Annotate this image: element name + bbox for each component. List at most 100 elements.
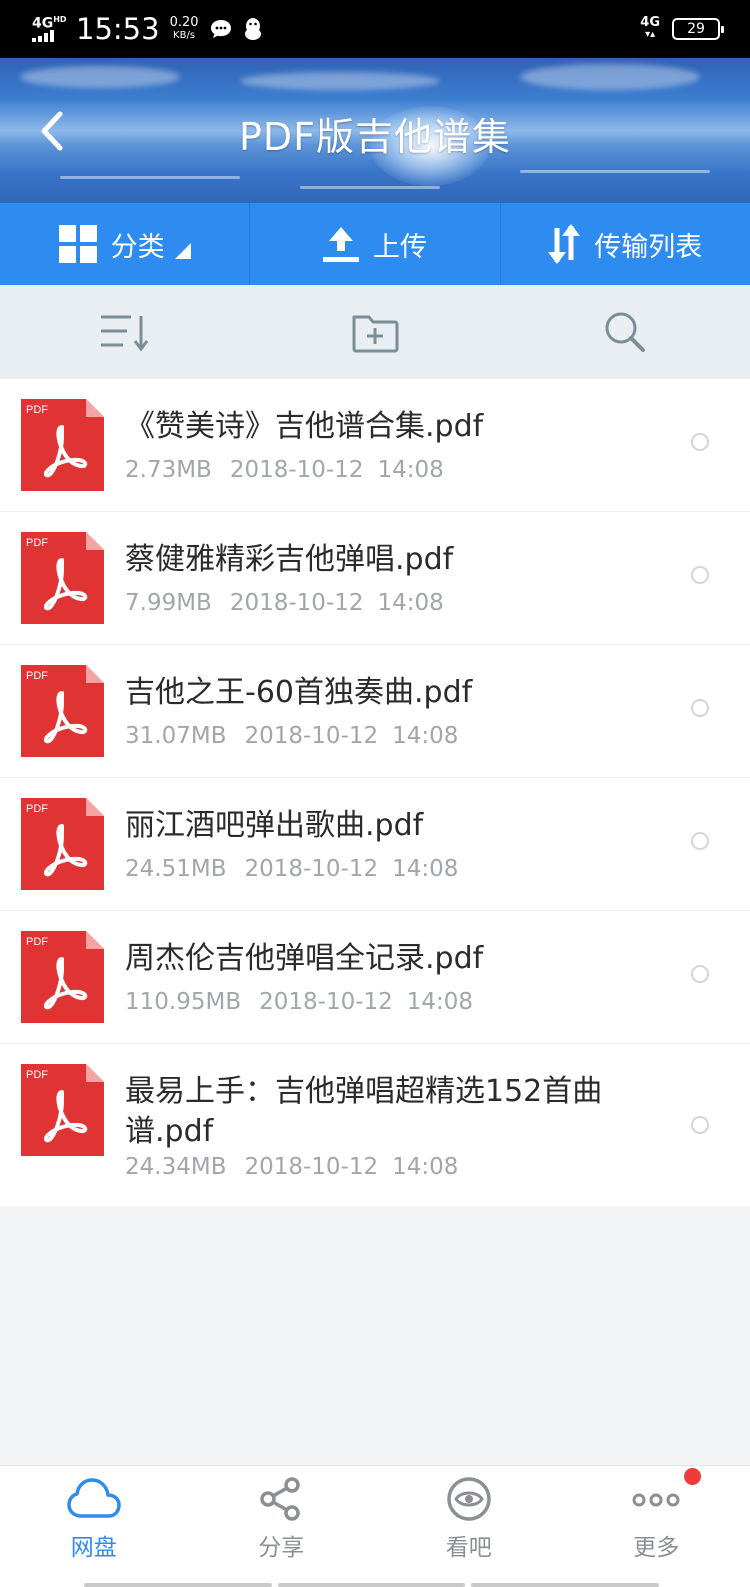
tab-share[interactable]: 分享 bbox=[188, 1466, 376, 1587]
file-name: 周杰伦吉他弹唱全记录.pdf bbox=[125, 941, 484, 976]
svg-text:PDF: PDF bbox=[26, 803, 48, 815]
battery-indicator: 29 bbox=[672, 18, 724, 40]
gesture-bar bbox=[84, 1583, 660, 1587]
page-title: PDF版吉他谱集 bbox=[238, 115, 512, 159]
category-label: 分类 bbox=[110, 231, 165, 263]
tab-label: 网盘 bbox=[70, 1535, 117, 1561]
tab-more[interactable]: 更多 bbox=[563, 1466, 750, 1587]
banner-wave bbox=[60, 176, 240, 179]
cloud-icon bbox=[67, 1478, 121, 1518]
sort-icon bbox=[101, 315, 149, 352]
message-icon bbox=[209, 18, 233, 40]
file-date: 2018-10-12 bbox=[229, 590, 364, 616]
file-meta: 24.34MB 2018-10-12 14:08 bbox=[125, 1154, 458, 1180]
file-meta: 7.99MB 2018-10-12 14:08 bbox=[125, 590, 444, 616]
select-checkbox[interactable] bbox=[691, 1116, 709, 1134]
select-checkbox[interactable] bbox=[691, 433, 709, 451]
svg-text:PDF: PDF bbox=[26, 670, 48, 682]
file-name: 《赞美诗》吉他谱合集.pdf bbox=[125, 409, 484, 444]
file-name: 最易上手：吉他弹唱超精选152首曲谱.pdf bbox=[125, 1074, 603, 1149]
network-speed: 0.20 KB/s bbox=[169, 15, 199, 41]
tab-label: 更多 bbox=[633, 1535, 680, 1561]
signal-indicator: 4GHD bbox=[32, 13, 70, 46]
select-checkbox[interactable] bbox=[691, 832, 709, 850]
status-bar: 4GHD 15:53 0.20 KB/s 4G ▾▴ 29 bbox=[0, 0, 750, 58]
file-row[interactable]: PDF 《赞美诗》吉他谱合集.pdf 2.73MB 2018-10-12 14:08 bbox=[0, 379, 750, 512]
more-icon bbox=[632, 1493, 680, 1507]
select-checkbox[interactable] bbox=[691, 566, 709, 584]
share-icon bbox=[260, 1477, 300, 1521]
file-size: 110.95MB bbox=[125, 989, 242, 1015]
file-size: 24.34MB bbox=[125, 1154, 227, 1180]
signal-bars-icon bbox=[32, 30, 54, 43]
banner-wave bbox=[520, 170, 710, 173]
corner-triangle-icon bbox=[174, 243, 191, 259]
transfer-list-button[interactable]: 传输列表 bbox=[501, 203, 750, 285]
file-meta: 2.73MB 2018-10-12 14:08 bbox=[125, 457, 444, 483]
qq-penguin-icon bbox=[243, 17, 263, 41]
add-folder-icon bbox=[352, 315, 399, 353]
action-bar: 分类 上传 传输列表 bbox=[0, 203, 750, 285]
file-date: 2018-10-12 bbox=[244, 1154, 379, 1180]
new-folder-button[interactable] bbox=[250, 285, 500, 379]
pdf-file-icon: PDF bbox=[21, 798, 104, 890]
file-time: 14:08 bbox=[392, 1154, 459, 1180]
file-time: 14:08 bbox=[392, 856, 459, 882]
file-time: 14:08 bbox=[377, 457, 444, 483]
file-meta: 110.95MB 2018-10-12 14:08 bbox=[125, 989, 473, 1015]
file-row[interactable]: PDF 吉他之王-60首独奏曲.pdf 31.07MB 2018-10-12 14:… bbox=[0, 645, 750, 778]
notification-badge bbox=[683, 1468, 701, 1485]
file-date: 2018-10-12 bbox=[259, 989, 393, 1015]
file-size: 24.51MB bbox=[125, 856, 227, 882]
file-name: 丽江酒吧弹出歌曲.pdf bbox=[125, 808, 424, 843]
pdf-file-icon: PDF bbox=[21, 665, 104, 757]
banner-cloud bbox=[240, 72, 440, 90]
file-time: 14:08 bbox=[377, 590, 444, 616]
banner-cloud bbox=[20, 66, 180, 88]
category-button[interactable]: 分类 bbox=[0, 203, 251, 285]
file-row[interactable]: PDF 丽江酒吧弹出歌曲.pdf 24.51MB 2018-10-12 14:08 bbox=[0, 778, 750, 911]
svg-text:PDF: PDF bbox=[26, 537, 48, 549]
file-date: 2018-10-12 bbox=[229, 457, 364, 483]
bottom-tab-bar: 网盘 分享 看吧 更多 bbox=[0, 1465, 750, 1587]
search-icon bbox=[605, 312, 645, 352]
sort-button[interactable] bbox=[0, 285, 250, 379]
pdf-file-icon: PDF bbox=[21, 532, 104, 624]
file-list: PDF 《赞美诗》吉他谱合集.pdf 2.73MB 2018-10-12 14:08… bbox=[0, 379, 750, 1206]
svg-text:PDF: PDF bbox=[26, 1069, 48, 1081]
file-row[interactable]: PDF 周杰伦吉他弹唱全记录.pdf 110.95MB 2018-10-12 14:… bbox=[0, 911, 750, 1044]
tab-label: 分享 bbox=[258, 1535, 305, 1561]
file-name: 吉他之王-60首独奏曲.pdf bbox=[125, 675, 473, 710]
select-checkbox[interactable] bbox=[691, 699, 709, 717]
pdf-file-icon: PDF bbox=[21, 1064, 104, 1156]
header-banner: PDF版吉他谱集 bbox=[0, 58, 750, 203]
file-date: 2018-10-12 bbox=[244, 723, 379, 749]
status-time: 15:53 bbox=[76, 12, 160, 46]
svg-text:PDF: PDF bbox=[26, 936, 48, 948]
pdf-file-icon: PDF bbox=[21, 399, 104, 491]
upload-button[interactable]: 上传 bbox=[250, 203, 501, 285]
mobile-network-indicator: 4G ▾▴ bbox=[640, 15, 660, 40]
transfer-arrows-icon bbox=[548, 224, 581, 264]
pdf-file-icon: PDF bbox=[21, 931, 104, 1023]
file-meta: 24.51MB 2018-10-12 14:08 bbox=[125, 856, 458, 882]
eye-icon bbox=[447, 1477, 491, 1521]
select-checkbox[interactable] bbox=[691, 965, 709, 983]
banner-wave bbox=[300, 186, 440, 189]
file-name: 蔡健雅精彩吉他弹唱.pdf bbox=[125, 542, 454, 577]
file-size: 7.99MB bbox=[125, 590, 212, 616]
file-date: 2018-10-12 bbox=[244, 856, 379, 882]
file-size: 31.07MB bbox=[125, 723, 227, 749]
file-toolbar bbox=[0, 285, 750, 379]
file-size: 2.73MB bbox=[125, 457, 212, 483]
search-button[interactable] bbox=[500, 285, 750, 379]
file-row[interactable]: PDF 最易上手：吉他弹唱超精选152首曲谱.pdf 24.34MB 2018-1… bbox=[0, 1044, 750, 1206]
upload-icon bbox=[322, 227, 359, 262]
transfer-list-label: 传输列表 bbox=[594, 231, 703, 263]
svg-text:PDF: PDF bbox=[26, 404, 48, 416]
file-row[interactable]: PDF 蔡健雅精彩吉他弹唱.pdf 7.99MB 2018-10-12 14:08 bbox=[0, 512, 750, 645]
tab-watch[interactable]: 看吧 bbox=[375, 1466, 563, 1587]
banner-cloud bbox=[520, 64, 700, 90]
file-meta: 31.07MB 2018-10-12 14:08 bbox=[125, 723, 458, 749]
tab-netdisk[interactable]: 网盘 bbox=[0, 1466, 188, 1587]
